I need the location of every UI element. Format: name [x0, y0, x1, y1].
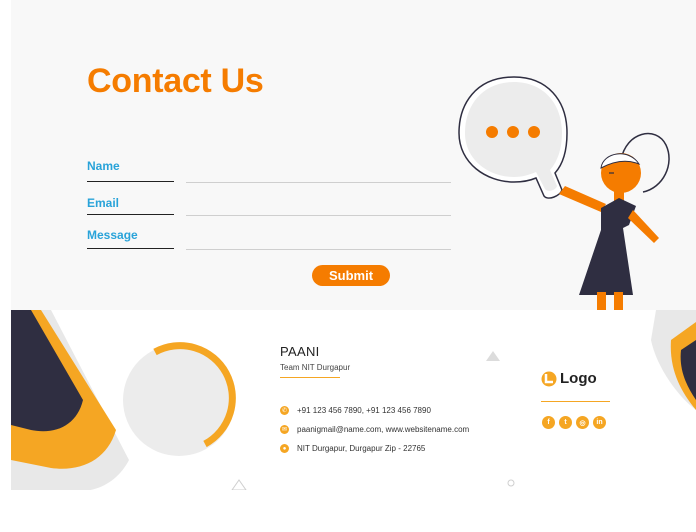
- logo-text: Logo: [560, 370, 597, 387]
- logo: Logo: [541, 370, 597, 387]
- logo-underline: [541, 401, 610, 402]
- team-underline: [280, 377, 340, 378]
- business-card: PAANI Team NIT Durgapur ✆ +91 123 456 78…: [11, 310, 696, 490]
- email-row: ✉ paanigmail@name.com, www.websitename.c…: [280, 425, 469, 434]
- address-text: NIT Durgapur, Durgapur Zip - 22765: [297, 444, 426, 453]
- email-field[interactable]: [186, 199, 451, 216]
- card-decoration: [11, 310, 696, 490]
- instagram-icon[interactable]: ◎: [576, 416, 589, 429]
- linkedin-icon[interactable]: in: [593, 416, 606, 429]
- address-row: ● NIT Durgapur, Durgapur Zip - 22765: [280, 444, 425, 453]
- message-field[interactable]: [186, 233, 451, 250]
- page-title: Contact Us: [87, 62, 264, 100]
- message-label: Message: [87, 228, 138, 242]
- chat-bubble-icon: [458, 76, 568, 199]
- contact-illustration: [458, 76, 670, 310]
- name-label: Name: [87, 159, 120, 173]
- facebook-icon[interactable]: f: [542, 416, 555, 429]
- mail-icon: ✉: [280, 425, 289, 434]
- email-text: paanigmail@name.com, www.websitename.com: [297, 425, 470, 434]
- email-label-underline: [87, 214, 174, 215]
- submit-button[interactable]: Submit: [312, 265, 390, 286]
- message-label-underline: [87, 248, 174, 249]
- card-team: Team NIT Durgapur: [280, 363, 351, 372]
- location-icon: ●: [280, 444, 289, 453]
- contact-section: Contact Us Name Email Message Submit: [11, 0, 696, 310]
- social-links: f t ◎ in: [542, 416, 606, 429]
- logo-mark-icon: [541, 371, 557, 386]
- phone-row: ✆ +91 123 456 7890, +91 123 456 7890: [280, 406, 431, 415]
- twitter-icon[interactable]: t: [559, 416, 572, 429]
- name-label-underline: [87, 181, 174, 182]
- email-label: Email: [87, 196, 120, 210]
- phone-text: +91 123 456 7890, +91 123 456 7890: [297, 406, 431, 415]
- card-name: PAANI: [280, 344, 320, 359]
- name-field[interactable]: [186, 166, 451, 183]
- phone-icon: ✆: [280, 406, 289, 415]
